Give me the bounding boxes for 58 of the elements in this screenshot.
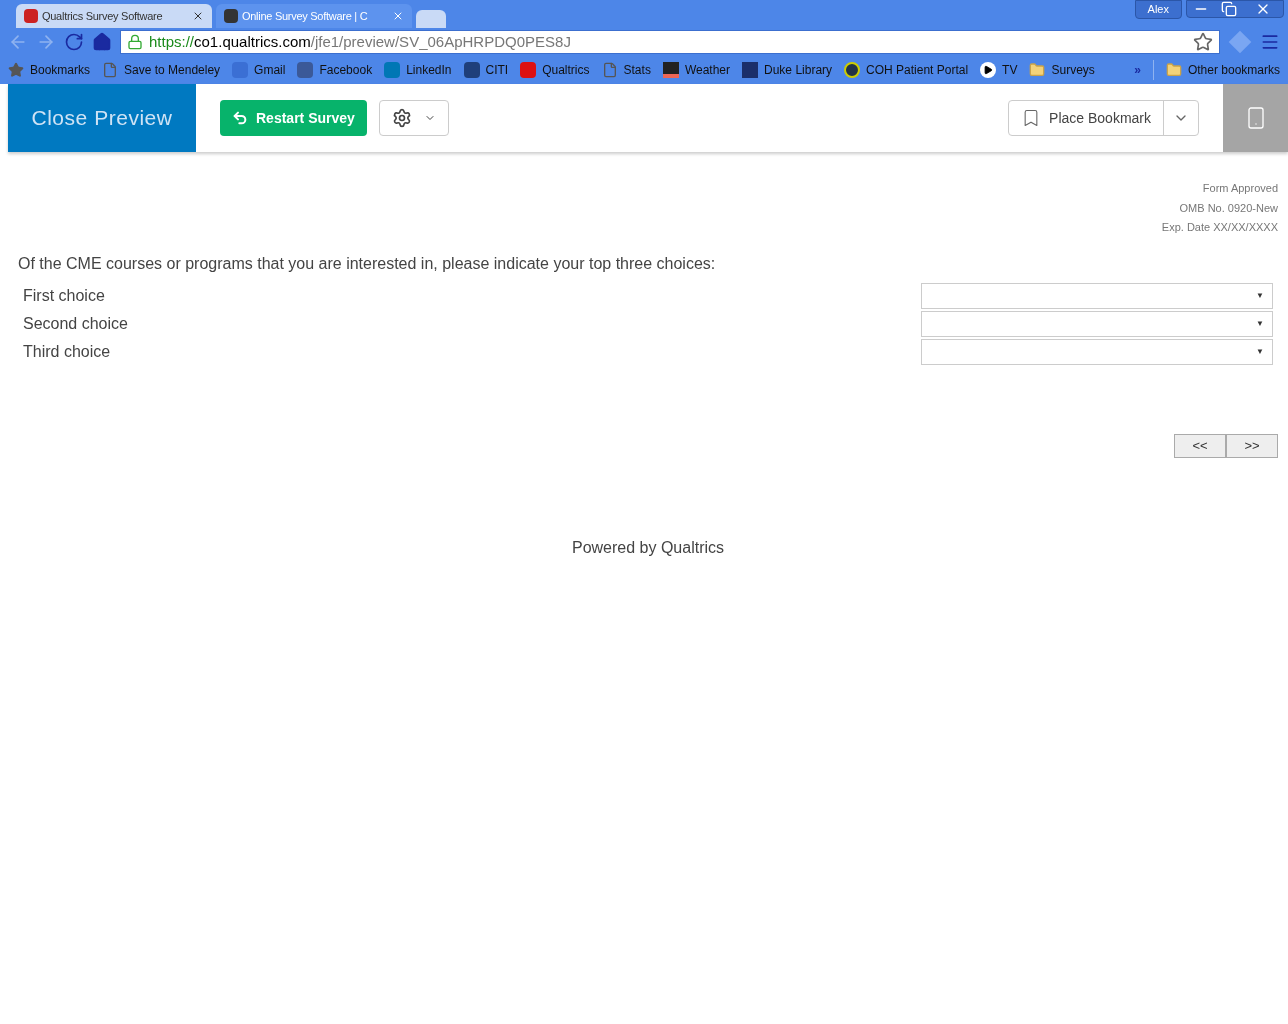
- settings-icon: [391, 108, 412, 128]
- undo-icon: [232, 110, 248, 126]
- choice-label: Third choice: [23, 341, 111, 362]
- bookmark-item[interactable]: Bookmarks: [8, 61, 91, 79]
- home-icon[interactable]: [92, 32, 112, 52]
- play-icon: [980, 62, 997, 78]
- settings-button[interactable]: [378, 100, 449, 136]
- star-icon[interactable]: [1193, 32, 1213, 52]
- tab-title: Qualtrics Survey Software: [42, 8, 164, 24]
- bookmark-item[interactable]: Save to Mendeley: [102, 61, 221, 79]
- next-button[interactable]: >>: [1226, 433, 1278, 458]
- bookmark-item[interactable]: Duke Library: [742, 61, 833, 79]
- restart-survey-button[interactable]: Restart Survey: [220, 100, 367, 136]
- close-preview-button[interactable]: Close Preview: [8, 84, 196, 152]
- browser-tab[interactable]: Qualtrics Survey Software: [16, 4, 212, 28]
- bookmark-item[interactable]: Surveys: [1029, 61, 1095, 79]
- folder-icon: [1165, 62, 1182, 78]
- footer-text: Powered by Qualtrics: [571, 537, 725, 558]
- tab-title: Online Survey Software | C: [242, 8, 369, 24]
- bookmark-item[interactable]: Facebook: [297, 61, 373, 79]
- browser-tab[interactable]: Online Survey Software | C: [216, 4, 412, 28]
- reload-icon[interactable]: [64, 32, 84, 52]
- choice-label: First choice: [23, 285, 105, 306]
- bookmark-item[interactable]: Gmail: [232, 61, 286, 79]
- new-tab-button[interactable]: [416, 10, 446, 28]
- logo-icon: [24, 9, 38, 23]
- dropdown-select[interactable]: ▼: [921, 282, 1273, 309]
- address-bar[interactable]: https://co1.qualtrics.com/jfe1/preview/SV_06ApHRPDQ0PES8J: [120, 30, 1220, 54]
- logo-icon: [224, 9, 238, 23]
- bookmark-item[interactable]: Stats: [601, 61, 651, 79]
- mobile-view-button[interactable]: [1223, 84, 1288, 152]
- page-icon: [102, 62, 119, 78]
- notice-text: Exp. Date XX/XX/XXXX: [1161, 220, 1278, 235]
- previous-button[interactable]: <<: [1174, 433, 1226, 458]
- question-text: Of the CME courses or programs that you are interested in, please indicate your top three choices:: [18, 253, 717, 274]
- bookmark-item[interactable]: CITI: [463, 61, 509, 79]
- menu-icon[interactable]: [1260, 32, 1280, 52]
- star-icon: [8, 62, 24, 78]
- user-name[interactable]: Alex: [1134, 0, 1182, 19]
- notice-text: Form Approved: [1202, 181, 1278, 196]
- choice-label: Second choice: [23, 313, 128, 334]
- dropdown-select[interactable]: ▼: [921, 338, 1273, 365]
- lock-icon: [127, 34, 143, 50]
- notice-text: OMB No. 0920-New: [1179, 200, 1278, 216]
- bookmark-item[interactable]: LinkedIn: [384, 61, 452, 79]
- bookmark-item[interactable]: COH Patient Portal: [844, 61, 969, 79]
- dropdown-select[interactable]: ▼: [921, 310, 1273, 337]
- logo-icon: [520, 62, 537, 78]
- logo-icon: [463, 62, 480, 78]
- more-bookmarks-button[interactable]: »: [1134, 61, 1141, 79]
- page-icon: [601, 62, 618, 78]
- bookmark-item[interactable]: Qualtrics: [520, 61, 590, 79]
- url-text: https://co1.qualtrics.com/jfe1/preview/SV_06ApHRPDQ0PES8J: [149, 31, 572, 52]
- folder-icon: [1029, 62, 1046, 78]
- bookmark-item[interactable]: Other bookmarks: [1165, 61, 1280, 79]
- bookmark-item[interactable]: Weather: [662, 61, 731, 79]
- close-icon[interactable]: [192, 10, 204, 22]
- bookmark-item[interactable]: TV: [980, 61, 1018, 79]
